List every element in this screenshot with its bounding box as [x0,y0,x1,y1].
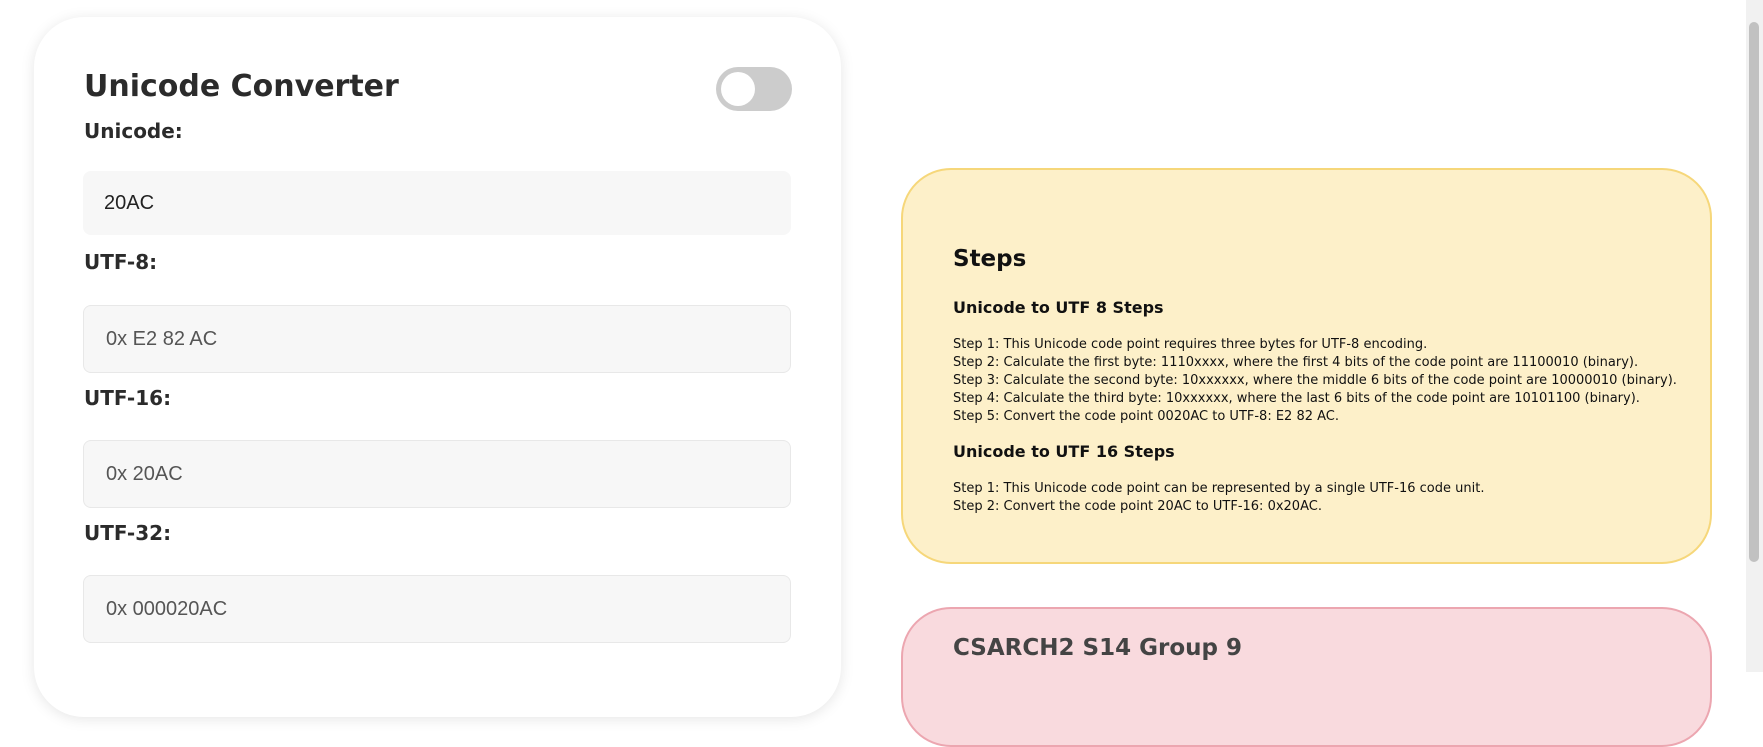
utf8-step-line: Step 3: Calculate the second byte: 10xxx… [953,373,1677,388]
scrollbar-thumb[interactable] [1749,22,1759,562]
utf16-output[interactable] [83,440,791,508]
converter-card: Unicode Converter Unicode: UTF-8: UTF-16… [34,17,841,717]
utf8-steps-heading: Unicode to UTF 8 Steps [953,298,1164,317]
group-title: CSARCH2 S14 Group 9 [953,635,1242,661]
utf16-label: UTF-16: [84,386,172,410]
utf32-output[interactable] [83,575,791,643]
utf8-step-line: Step 1: This Unicode code point requires… [953,337,1428,352]
page-scrollbar[interactable] [1746,0,1763,672]
utf8-step-line: Step 4: Calculate the third byte: 10xxxx… [953,391,1640,406]
group-card: CSARCH2 S14 Group 9 [901,607,1712,747]
utf32-label: UTF-32: [84,521,172,545]
toggle-knob [721,72,755,106]
utf16-step-line: Step 1: This Unicode code point can be r… [953,481,1485,496]
theme-toggle[interactable] [716,67,792,111]
steps-title: Steps [953,246,1027,272]
utf8-step-line: Step 5: Convert the code point 0020AC to… [953,409,1340,424]
unicode-input[interactable] [83,171,791,235]
unicode-label: Unicode: [84,119,183,143]
utf16-steps-heading: Unicode to UTF 16 Steps [953,442,1175,461]
converter-title: Unicode Converter [84,69,399,104]
utf8-output[interactable] [83,305,791,373]
utf8-label: UTF-8: [84,250,158,274]
steps-card: Steps Unicode to UTF 8 Steps Step 1: Thi… [901,168,1712,564]
utf8-step-line: Step 2: Calculate the first byte: 1110xx… [953,355,1639,370]
utf16-step-line: Step 2: Convert the code point 20AC to U… [953,499,1322,514]
